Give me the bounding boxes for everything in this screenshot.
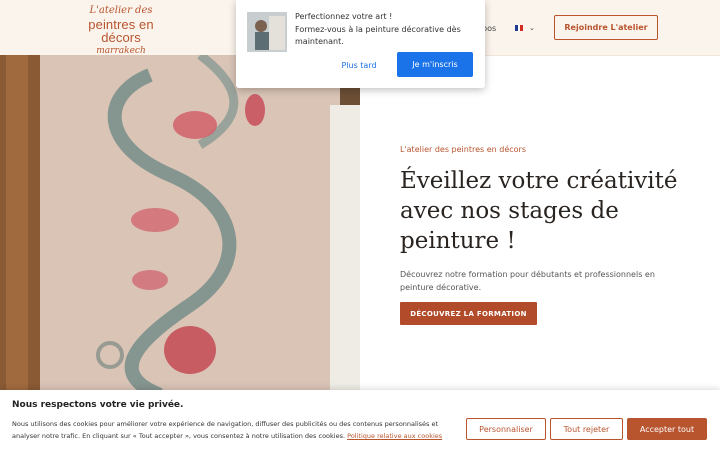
chevron-down-icon: ⌄ <box>529 24 535 32</box>
hero-headline: Éveillez votre créativité avec nos stage… <box>400 168 678 254</box>
cookie-policy-link[interactable]: Politique relative aux cookies <box>347 432 442 440</box>
reject-all-button[interactable]: Tout rejeter <box>550 418 623 440</box>
hero-description: Découvrez notre formation pour débutants… <box>400 270 655 292</box>
prompt-message: Formez-vous à la peinture décorative dès… <box>295 25 461 46</box>
cookie-text: Nous utilisons des cookies pour améliore… <box>12 418 452 442</box>
later-button[interactable]: Plus tard <box>332 54 386 76</box>
language-switcher[interactable]: ⌄ <box>515 24 535 32</box>
logo-line-1: L'atelier des <box>89 5 153 16</box>
prompt-title: Perfectionnez votre art ! <box>295 12 393 21</box>
accept-all-button[interactable]: Accepter tout <box>627 418 707 440</box>
notification-prompt: Perfectionnez votre art ! Formez-vous à … <box>236 0 485 88</box>
logo-line-2: peintres en décors <box>88 17 154 45</box>
prompt-thumbnail <box>247 12 287 52</box>
site-logo[interactable]: L'atelier des peintres en décors marrake… <box>68 6 174 56</box>
hero-content: L'atelier des peintres en décors Éveille… <box>400 145 700 294</box>
signup-button[interactable]: Je m'inscris <box>397 52 473 77</box>
hero-eyebrow: L'atelier des peintres en décors <box>400 145 526 154</box>
french-flag-icon <box>515 25 524 31</box>
discover-training-button[interactable]: DÉCOUVREZ LA FORMATION <box>400 302 537 325</box>
cookie-title: Nous respectons votre vie privée. <box>12 400 184 410</box>
join-atelier-button[interactable]: Rejoindre L'atelier <box>554 15 658 40</box>
hero-painting-image <box>0 55 360 395</box>
customize-cookies-button[interactable]: Personnaliser <box>466 418 546 440</box>
